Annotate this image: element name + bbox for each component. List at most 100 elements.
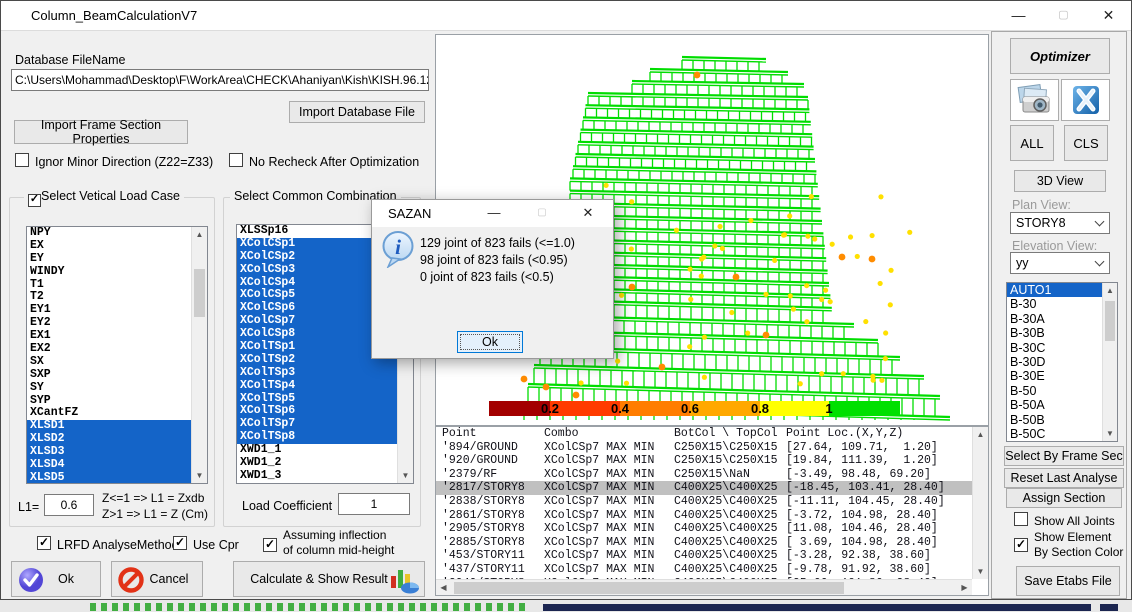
load-case-listbox[interactable]: NPYEXEYWINDYT1T2EY1EY2EX1EX2SXSXPSYSYPXC… bbox=[26, 226, 208, 484]
inflection-label-1: Assuming inflection bbox=[283, 528, 386, 542]
scroll-left-icon[interactable]: ◀ bbox=[436, 580, 451, 596]
list-item[interactable]: EX2 bbox=[27, 343, 207, 356]
list-item[interactable]: XColTSp3 bbox=[237, 367, 413, 380]
dialog-close-button[interactable]: ✕ bbox=[569, 200, 607, 226]
show-element-checkbox[interactable] bbox=[1014, 538, 1028, 552]
elevation-view-select[interactable]: yy bbox=[1010, 252, 1110, 274]
import-database-button[interactable]: Import Database File bbox=[289, 101, 425, 123]
chevron-down-icon[interactable] bbox=[1090, 214, 1108, 232]
reset-last-analyse-button[interactable]: Reset Last Analyse bbox=[1004, 468, 1124, 488]
calculate-button[interactable]: Calculate & Show Result bbox=[233, 561, 425, 597]
ok-button[interactable]: Ok bbox=[11, 561, 101, 597]
scroll-down-icon[interactable]: ▼ bbox=[192, 468, 207, 483]
list-item[interactable]: T1 bbox=[27, 279, 207, 292]
close-button[interactable]: ✕ bbox=[1086, 1, 1131, 30]
scroll-right-icon[interactable]: ▶ bbox=[957, 580, 972, 596]
scroll-down-icon[interactable]: ▼ bbox=[398, 468, 413, 483]
list-item[interactable]: NPY bbox=[27, 227, 207, 240]
table-cell: [11.08, 104.46, 28.40] bbox=[786, 522, 971, 536]
list-item[interactable]: AUTO1 bbox=[1007, 283, 1117, 297]
list-item[interactable]: SX bbox=[27, 356, 207, 369]
list-item[interactable]: EY2 bbox=[27, 317, 207, 330]
all-button[interactable]: ALL bbox=[1010, 125, 1054, 161]
results-table[interactable]: PointComboBotCol \ TopColPoint Loc.(X,Y,… bbox=[435, 426, 989, 596]
no-recheck-checkbox[interactable] bbox=[229, 153, 243, 167]
excel-export-button[interactable] bbox=[1061, 79, 1110, 121]
table-row[interactable]: '2885/STORY8XColCSp7 MAX MINC400X25\C400… bbox=[436, 536, 988, 550]
list-item[interactable]: B-50C bbox=[1007, 427, 1117, 441]
scroll-thumb[interactable] bbox=[454, 582, 844, 594]
list-item[interactable]: B-50B bbox=[1007, 413, 1117, 427]
scroll-down-icon[interactable]: ▼ bbox=[973, 564, 988, 579]
3d-view-button[interactable]: 3D View bbox=[1014, 170, 1106, 192]
inflection-checkbox[interactable] bbox=[263, 538, 277, 552]
save-etabs-button[interactable]: Save Etabs File bbox=[1016, 566, 1120, 596]
list-item[interactable]: XWD1_2 bbox=[237, 457, 413, 470]
table-cell: XColCSp7 MAX MIN bbox=[544, 563, 674, 577]
list-item[interactable]: B-50 bbox=[1007, 384, 1117, 398]
l1-input[interactable]: 0.6 bbox=[44, 494, 94, 516]
list-item[interactable]: B-30 bbox=[1007, 297, 1117, 311]
table-row[interactable]: '2817/STORY8XColCSp7 MAX MINC400X25\C400… bbox=[436, 481, 988, 495]
list-item[interactable]: XColTSp4 bbox=[237, 380, 413, 393]
list-item[interactable]: B-30A bbox=[1007, 312, 1117, 326]
list-item[interactable]: EY bbox=[27, 253, 207, 266]
list-item[interactable]: B-30D bbox=[1007, 355, 1117, 369]
list-item[interactable]: WINDY bbox=[27, 266, 207, 279]
table-row[interactable]: '2379/RFXColCSp7 MAX MINC250X15\NaN[-3.4… bbox=[436, 468, 988, 482]
list-item[interactable]: T2 bbox=[27, 291, 207, 304]
list-item[interactable]: B-50A bbox=[1007, 398, 1117, 412]
import-frame-section-button[interactable]: Import Frame Section Properties bbox=[14, 120, 188, 144]
cancel-button[interactable]: Cancel bbox=[111, 561, 203, 597]
table-hscrollbar[interactable]: ◀ ▶ bbox=[436, 579, 972, 595]
scroll-up-icon[interactable]: ▲ bbox=[973, 427, 988, 442]
list-item[interactable]: XWD1_3 bbox=[237, 470, 413, 483]
section-listbox[interactable]: AUTO1B-30B-30AB-30BB-30CB-30DB-30EB-50B-… bbox=[1006, 282, 1118, 442]
scroll-up-icon[interactable]: ▲ bbox=[192, 227, 207, 242]
list-item[interactable]: B-30B bbox=[1007, 326, 1117, 340]
ignor-minor-checkbox[interactable] bbox=[15, 153, 29, 167]
list-item[interactable]: EX bbox=[27, 240, 207, 253]
table-cell: Combo bbox=[544, 427, 674, 441]
section-scrollbar[interactable]: ▲ ▼ bbox=[1102, 283, 1117, 441]
scroll-thumb[interactable] bbox=[1105, 301, 1115, 341]
table-row[interactable]: '894/GROUNDXColCSp7 MAX MINC250X15\C250X… bbox=[436, 441, 988, 455]
table-row[interactable]: '2838/STORY8XColCSp7 MAX MINC400X25\C400… bbox=[436, 495, 988, 509]
plan-view-select[interactable]: STORY8 bbox=[1010, 212, 1110, 234]
optimizer-button[interactable]: Optimizer bbox=[1010, 38, 1110, 74]
show-all-joints-checkbox[interactable] bbox=[1014, 512, 1028, 526]
assign-section-button[interactable]: Assign Section bbox=[1006, 488, 1122, 508]
select-by-frame-button[interactable]: Select By Frame Sec bbox=[1004, 446, 1124, 466]
table-row[interactable]: '920/GROUNDXColCSp7 MAX MINC250X15\C250X… bbox=[436, 454, 988, 468]
table-cell: Point bbox=[436, 427, 544, 441]
table-row[interactable]: '453/STORY11XColCSp7 MAX MINC400X25\C400… bbox=[436, 549, 988, 563]
table-row[interactable]: '2861/STORY8XColCSp7 MAX MINC400X25\C400… bbox=[436, 509, 988, 523]
list-item[interactable]: B-30E bbox=[1007, 369, 1117, 383]
database-filename-input[interactable]: C:\Users\Mohammad\Desktop\F\WorkArea\CHE… bbox=[11, 69, 429, 91]
snapshot-button[interactable] bbox=[1010, 79, 1059, 121]
list-item[interactable]: EY1 bbox=[27, 304, 207, 317]
use-cpr-checkbox[interactable] bbox=[173, 536, 187, 550]
dialog-minimize-button[interactable]: — bbox=[475, 200, 513, 226]
table-vscrollbar[interactable]: ▲ ▼ bbox=[972, 427, 988, 579]
minimize-button[interactable]: — bbox=[996, 1, 1041, 30]
table-row[interactable]: '437/STORY11XColCSp7 MAX MINC400X25\C400… bbox=[436, 563, 988, 577]
list-item[interactable]: XLSD5 bbox=[27, 472, 207, 484]
list-item[interactable]: XLSD4 bbox=[27, 459, 207, 472]
chevron-down-icon[interactable] bbox=[1090, 254, 1108, 272]
load-case-scrollbar[interactable]: ▲ ▼ bbox=[191, 227, 207, 483]
load-coefficient-input[interactable]: 1 bbox=[338, 493, 410, 515]
cls-button[interactable]: CLS bbox=[1064, 125, 1108, 161]
list-item[interactable]: SY bbox=[27, 382, 207, 395]
table-row[interactable]: '2905/STORY8XColCSp7 MAX MINC400X25\C400… bbox=[436, 522, 988, 536]
load-case-checkbox[interactable] bbox=[28, 194, 41, 207]
list-item[interactable]: EX1 bbox=[27, 330, 207, 343]
scroll-down-icon[interactable]: ▼ bbox=[1103, 426, 1117, 441]
scroll-thumb[interactable] bbox=[194, 269, 205, 317]
scroll-up-icon[interactable]: ▲ bbox=[1103, 283, 1117, 298]
lrfd-checkbox[interactable] bbox=[37, 536, 51, 550]
window-title: Column_BeamCalculationV7 bbox=[31, 8, 197, 23]
dialog-ok-button[interactable]: Ok bbox=[457, 331, 523, 353]
list-item[interactable]: B-30C bbox=[1007, 341, 1117, 355]
list-item[interactable]: SXP bbox=[27, 369, 207, 382]
